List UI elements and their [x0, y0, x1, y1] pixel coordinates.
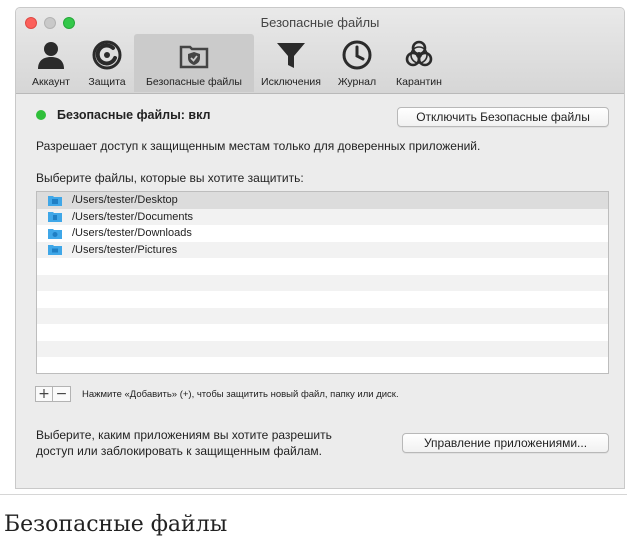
tab-journal[interactable]: Журнал: [328, 34, 386, 92]
file-path: /Users/tester/Pictures: [72, 243, 178, 256]
page-caption: Безопасные файлы: [4, 512, 228, 537]
tab-safe-files[interactable]: Безопасные файлы: [134, 34, 254, 92]
tab-account[interactable]: Аккаунт: [22, 34, 80, 92]
empty-row: [37, 357, 608, 373]
empty-row: [37, 340, 608, 357]
file-row[interactable]: /Users/tester/Downloads: [37, 225, 608, 242]
folder-icon: [48, 245, 62, 256]
preferences-window: Безопасные файлы Аккаунт Защита Безопасн…: [15, 7, 625, 489]
list-controls: + − Нажмите «Добавить» (+), чтобы защити…: [35, 386, 399, 402]
choose-files-label: Выберите файлы, которые вы хотите защити…: [36, 171, 304, 185]
file-path: /Users/tester/Downloads: [72, 227, 192, 240]
folder-icon: [48, 228, 62, 239]
safe-files-icon: [179, 45, 209, 69]
file-row[interactable]: /Users/tester/Documents: [37, 208, 608, 225]
protected-files-list[interactable]: /Users/tester/Desktop /Users/tester/Docu…: [36, 191, 609, 374]
remove-button[interactable]: −: [53, 386, 71, 402]
tab-protection-label: Защита: [88, 76, 126, 88]
empty-row: [37, 258, 608, 275]
description-text: Разрешает доступ к защищенным местам тол…: [36, 139, 481, 153]
biohazard-icon: [405, 40, 433, 67]
add-button[interactable]: +: [35, 386, 53, 402]
account-icon: [38, 42, 64, 69]
exclusions-filter-icon: [277, 43, 305, 68]
tab-protection[interactable]: Защита: [80, 34, 134, 92]
tab-exclusions[interactable]: Исключения: [254, 34, 328, 92]
window-title: Безопасные файлы: [260, 15, 380, 30]
status-indicator: [36, 110, 46, 120]
empty-row: [37, 324, 608, 341]
safe-files-panel: Безопасные файлы: вкл Отключить Безопасн…: [16, 94, 624, 488]
clock-icon: [342, 40, 372, 70]
empty-row: [37, 307, 608, 324]
apps-description: Выберите, каким приложениям вы хотите ра…: [36, 428, 332, 458]
file-row[interactable]: /Users/tester/Pictures: [37, 241, 608, 258]
file-row[interactable]: /Users/tester/Desktop: [37, 192, 608, 209]
status-row: Безопасные файлы: вкл: [36, 108, 210, 122]
tab-exclusions-label: Исключения: [261, 76, 321, 88]
add-hint-text: Нажмите «Добавить» (+), чтобы защитить н…: [82, 388, 399, 400]
folder-icon: [48, 195, 62, 206]
protection-icon: [92, 40, 122, 70]
tab-account-label: Аккаунт: [31, 76, 70, 88]
file-path: /Users/tester/Desktop: [72, 194, 178, 207]
tab-journal-label: Журнал: [337, 76, 377, 88]
title-bar: Безопасные файлы Аккаунт Защита Безопасн…: [16, 8, 624, 94]
empty-row: [37, 291, 608, 308]
tab-safe-files-label: Безопасные файлы: [146, 76, 242, 88]
tab-quarantine-label: Карантин: [396, 76, 442, 88]
empty-row: [37, 274, 608, 291]
toolbar: Аккаунт Защита Безопасные файлы Исключен…: [22, 34, 452, 94]
divider: [0, 494, 627, 495]
folder-icon: [48, 212, 62, 223]
tab-quarantine[interactable]: Карантин: [386, 34, 452, 92]
manage-apps-button[interactable]: Управление приложениями...: [402, 433, 609, 453]
disable-safe-files-button[interactable]: Отключить Безопасные файлы: [397, 107, 609, 127]
file-path: /Users/tester/Documents: [72, 210, 194, 223]
status-text: Безопасные файлы: вкл: [57, 108, 211, 122]
